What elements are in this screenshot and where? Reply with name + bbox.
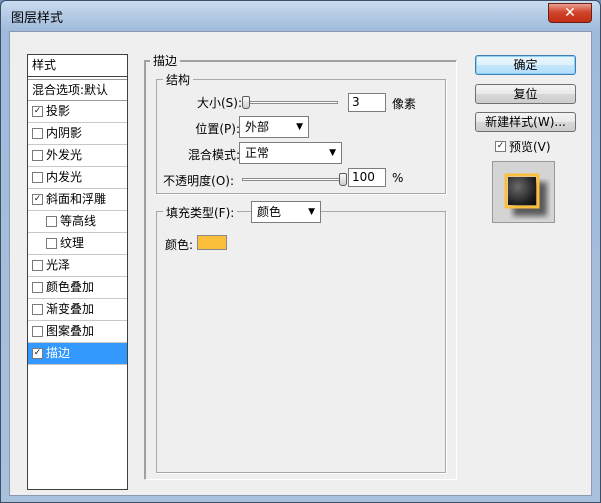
size-slider-track[interactable]: [242, 101, 338, 104]
blend-mode-label: 混合模式:: [187, 148, 240, 162]
style-item[interactable]: ✓ 斜面和浮雕: [28, 189, 127, 211]
size-input[interactable]: 3: [348, 93, 386, 112]
checkbox[interactable]: [32, 282, 43, 293]
opacity-slider-track[interactable]: [242, 178, 347, 181]
preview-label: 预览(V): [509, 140, 551, 154]
style-preview-thumbnail: [492, 161, 555, 223]
checkbox[interactable]: [32, 326, 43, 337]
checkbox[interactable]: [32, 150, 43, 161]
dialog-client-area: 样式 混合选项:默认 ✓ 投影 内阴影 外发光 内发光 ✓ 斜面和浮雕 等高线 纹理 光泽 颜色叠加…: [9, 31, 592, 496]
size-label: 大小(S):: [196, 96, 242, 110]
preview-toggle[interactable]: ✓ 预览(V): [495, 138, 551, 155]
style-item-label: 描边: [46, 346, 71, 360]
title-bar[interactable]: 图层样式 ✕: [1, 1, 600, 31]
new-style-button[interactable]: 新建样式(W)...: [475, 112, 576, 132]
size-slider-thumb[interactable]: [242, 96, 250, 109]
blend-mode-value: 正常: [245, 146, 270, 160]
fill-type-label: 填充类型(F):: [163, 204, 238, 221]
style-item[interactable]: ✓ 投影: [28, 101, 127, 123]
position-value: 外部: [245, 120, 270, 134]
style-item-label: 图案叠加: [46, 324, 95, 338]
styles-list: 样式 混合选项:默认 ✓ 投影 内阴影 外发光 内发光 ✓ 斜面和浮雕 等高线 纹理 光泽 颜色叠加…: [27, 54, 128, 490]
layer-style-dialog: 图层样式 ✕ 样式 混合选项:默认 ✓ 投影 内阴影 外发光 内发光 ✓ 斜面和浮雕 等高线纹…: [0, 0, 601, 503]
style-item-label: 等高线: [60, 214, 97, 228]
checkbox[interactable]: [32, 260, 43, 271]
style-item-label: 外发光: [46, 148, 83, 162]
stroke-group-title: 描边: [150, 52, 181, 69]
style-item[interactable]: 内阴影: [28, 123, 127, 145]
checkbox[interactable]: [32, 304, 43, 315]
checked-checkbox[interactable]: ✓: [32, 194, 43, 205]
style-item-label: 颜色叠加: [46, 280, 95, 294]
style-item-label: 光泽: [46, 258, 71, 272]
style-item-label: 投影: [46, 104, 71, 118]
color-label: 颜色:: [165, 238, 194, 252]
opacity-unit: %: [392, 171, 404, 185]
reset-button[interactable]: 复位: [475, 84, 576, 104]
style-items: ✓ 投影 内阴影 外发光 内发光 ✓ 斜面和浮雕 等高线 纹理 光泽 颜色叠加 渐变叠加 图案叠加 ✓ 描边: [28, 101, 127, 365]
style-item[interactable]: 图案叠加: [28, 321, 127, 343]
position-dropdown[interactable]: 外部 ▼: [239, 116, 309, 138]
fill-group: [156, 211, 446, 473]
style-item-label: 内发光: [46, 170, 83, 184]
preview-image: [504, 173, 547, 216]
preview-checkbox[interactable]: ✓: [495, 141, 506, 152]
style-item[interactable]: 光泽: [28, 255, 127, 277]
position-label: 位置(P):: [195, 122, 240, 136]
chevron-down-icon: ▼: [296, 122, 303, 132]
chevron-down-icon: ▼: [329, 148, 336, 158]
style-item[interactable]: 纹理: [28, 233, 127, 255]
styles-header[interactable]: 样式: [28, 55, 127, 77]
fill-type-value: 颜色: [257, 205, 282, 219]
opacity-input[interactable]: 100: [348, 168, 386, 187]
style-item-label: 纹理: [60, 236, 85, 250]
stroke-color-swatch[interactable]: [197, 235, 227, 250]
style-item[interactable]: 等高线: [28, 211, 127, 233]
opacity-label: 不透明度(O):: [163, 174, 234, 188]
window-title: 图层样式: [11, 11, 64, 26]
ok-button[interactable]: 确定: [475, 55, 576, 75]
style-item-label: 内阴影: [46, 126, 83, 140]
checked-checkbox[interactable]: ✓: [32, 106, 43, 117]
style-item[interactable]: 颜色叠加: [28, 277, 127, 299]
checkbox[interactable]: [32, 128, 43, 139]
checkbox[interactable]: [32, 172, 43, 183]
style-item[interactable]: 渐变叠加: [28, 299, 127, 321]
blend-mode-dropdown[interactable]: 正常 ▼: [239, 142, 342, 164]
checked-checkbox[interactable]: ✓: [32, 348, 43, 359]
chevron-down-icon: ▼: [308, 207, 315, 217]
opacity-slider-thumb[interactable]: [339, 173, 347, 186]
checkbox[interactable]: [46, 216, 57, 227]
fill-type-dropdown[interactable]: 颜色 ▼: [251, 201, 321, 223]
style-item[interactable]: ✓ 描边: [28, 343, 127, 365]
style-item[interactable]: 外发光: [28, 145, 127, 167]
style-item[interactable]: 内发光: [28, 167, 127, 189]
style-item-label: 渐变叠加: [46, 302, 95, 316]
size-unit: 像素: [392, 97, 417, 111]
close-button[interactable]: ✕: [548, 3, 592, 23]
checkbox[interactable]: [46, 238, 57, 249]
structure-group-title: 结构: [163, 71, 194, 88]
blending-options-item[interactable]: 混合选项:默认: [28, 79, 127, 101]
style-item-label: 斜面和浮雕: [46, 192, 107, 206]
